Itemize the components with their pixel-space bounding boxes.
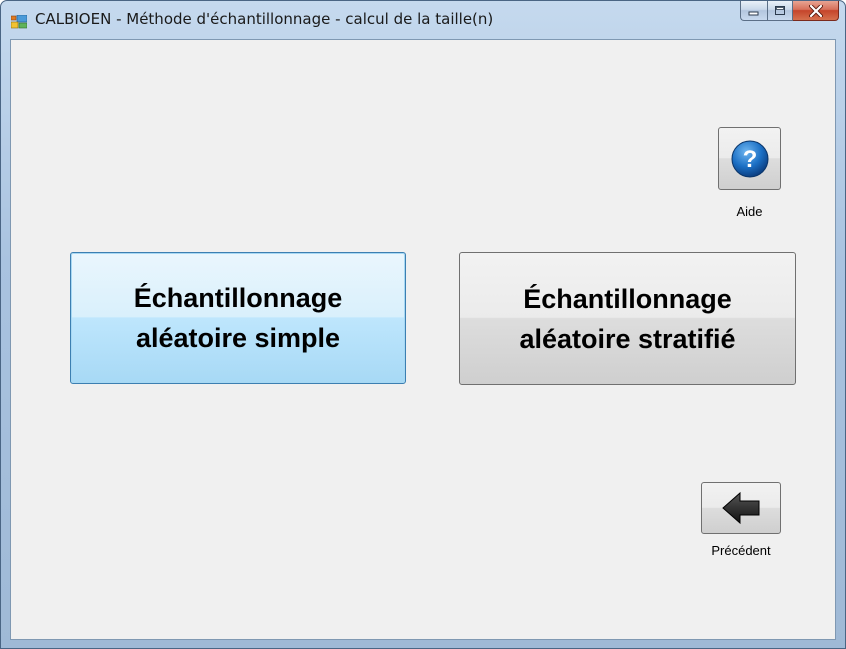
client-area: ? Aide Échantillonnage aléatoire simple … (10, 39, 836, 640)
maximize-icon (775, 6, 785, 15)
previous-label: Précédent (711, 543, 771, 558)
help-button[interactable]: ? (718, 127, 781, 190)
maximize-button[interactable] (767, 1, 793, 21)
minimize-icon (748, 11, 759, 15)
svg-text:?: ? (742, 146, 757, 173)
stratified-random-sampling-button[interactable]: Échantillonnage aléatoire stratifié (459, 252, 796, 385)
simple-sampling-line1: Échantillonnage (133, 283, 343, 313)
help-question-icon: ? (731, 140, 768, 177)
stratified-sampling-line2: aléatoire stratifié (519, 323, 736, 354)
help-label: Aide (736, 204, 763, 219)
app-icon[interactable] (10, 14, 28, 29)
simple-sampling-line2: aléatoire simple (135, 323, 341, 353)
window-title: CALBIOEN - Méthode d'échantillonnage - c… (35, 10, 494, 28)
caption-buttons (740, 1, 839, 23)
simple-random-sampling-button[interactable]: Échantillonnage aléatoire simple (70, 252, 406, 384)
app-window: CALBIOEN - Méthode d'échantillonnage - c… (0, 0, 846, 649)
arrow-left-icon (722, 491, 760, 525)
stratified-sampling-line1: Échantillonnage (523, 283, 732, 314)
minimize-button[interactable] (740, 1, 767, 21)
close-icon (808, 4, 823, 17)
title-bar[interactable]: CALBIOEN - Méthode d'échantillonnage - c… (1, 1, 845, 39)
close-button[interactable] (793, 1, 839, 21)
previous-button[interactable] (701, 482, 781, 534)
